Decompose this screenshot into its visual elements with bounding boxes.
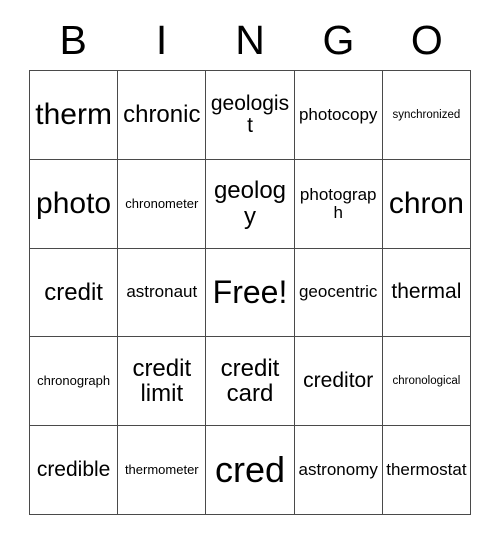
bingo-header-letter-i: I [155,16,168,63]
bingo-cell-label: thermal [391,280,462,304]
bingo-cell-r4c2[interactable]: credit limit [118,337,207,427]
bingo-cell-r4c3[interactable]: credit card [206,337,295,427]
bingo-cell-label: chronometer [125,195,199,211]
bingo-cell-r2c5[interactable]: chron [382,159,471,249]
bingo-cell-label: chronological [392,375,461,388]
bingo-cell-label: photo [36,186,112,220]
bingo-cell-label: synchronized [392,108,461,121]
bingo-cell-label: chronograph [37,373,111,389]
bingo-cell-label: thermostat [386,460,467,480]
bingo-cell-label: chronic [123,101,201,129]
bingo-cell-label: therm [35,98,112,131]
bingo-cell-r2c2[interactable]: chronometer [118,159,207,249]
bingo-cell-label: credit [44,278,103,306]
bingo-cell-label: cred [214,449,285,491]
bingo-cell-r1c3[interactable]: geologist [206,71,295,160]
bingo-cell-r4c4[interactable]: creditor [294,337,383,427]
bingo-cell-label: astronomy [298,460,378,480]
bingo-cell-label: thermometer [124,462,199,478]
bingo-header-letter-g: G [322,16,355,63]
bingo-cell-label: credit card [220,354,280,408]
bingo-cell-label: credit limit [132,354,192,408]
bingo-cell-r2c3[interactable]: geology [206,159,295,249]
bingo-cell-r1c5[interactable]: synchronized [382,71,471,160]
bingo-cell-label: creditor [303,369,374,393]
bingo-cell-r1c4[interactable]: photocopy [294,71,383,160]
bingo-cell-r3c5[interactable]: thermal [382,248,471,338]
bingo-cell-r1c1[interactable]: therm [30,71,119,160]
bingo-cell-r5c4[interactable]: astronomy [294,426,383,515]
bingo-cell-r5c5[interactable]: thermostat [382,426,471,515]
bingo-cell-r5c3[interactable]: cred [206,426,295,515]
bingo-cell-label: chron [388,186,464,220]
bingo-cell-label: astronaut [126,282,198,302]
bingo-cell-label: photocopy [298,104,378,124]
bingo-cell-r3c4[interactable]: geocentric [294,248,383,338]
bingo-cell-r1c2[interactable]: chronic [118,71,207,160]
bingo-cell-free-space[interactable]: Free! [206,248,295,338]
bingo-cell-r5c1[interactable]: credible [30,426,119,515]
bingo-header-letter-o: O [410,16,443,63]
bingo-cell-r2c4[interactable]: photograph [294,159,383,249]
bingo-cell-r4c5[interactable]: chronological [382,337,471,427]
bingo-header-row: B I N G O [29,14,471,66]
bingo-cell-r5c2[interactable]: thermometer [118,426,207,515]
bingo-cell-label: photograph [299,184,377,222]
bingo-cell-r2c1[interactable]: photo [30,159,119,249]
bingo-free-space-label: Free! [212,273,288,310]
bingo-cell-r4c1[interactable]: chronograph [30,337,119,427]
bingo-cell-r3c2[interactable]: astronaut [118,248,207,338]
bingo-cell-label: credible [36,457,111,481]
bingo-cell-label: geology [213,177,287,230]
bingo-cell-label: geocentric [298,282,378,302]
bingo-cell-label: geologist [210,91,290,137]
bingo-grid: therm chronic geologist photocopy synchr… [29,70,471,515]
bingo-header-letter-b: B [59,16,87,63]
bingo-card: B I N G O therm chronic geologist photoc… [0,0,500,544]
bingo-cell-r3c1[interactable]: credit [30,248,119,338]
bingo-header-letter-n: N [235,16,265,63]
